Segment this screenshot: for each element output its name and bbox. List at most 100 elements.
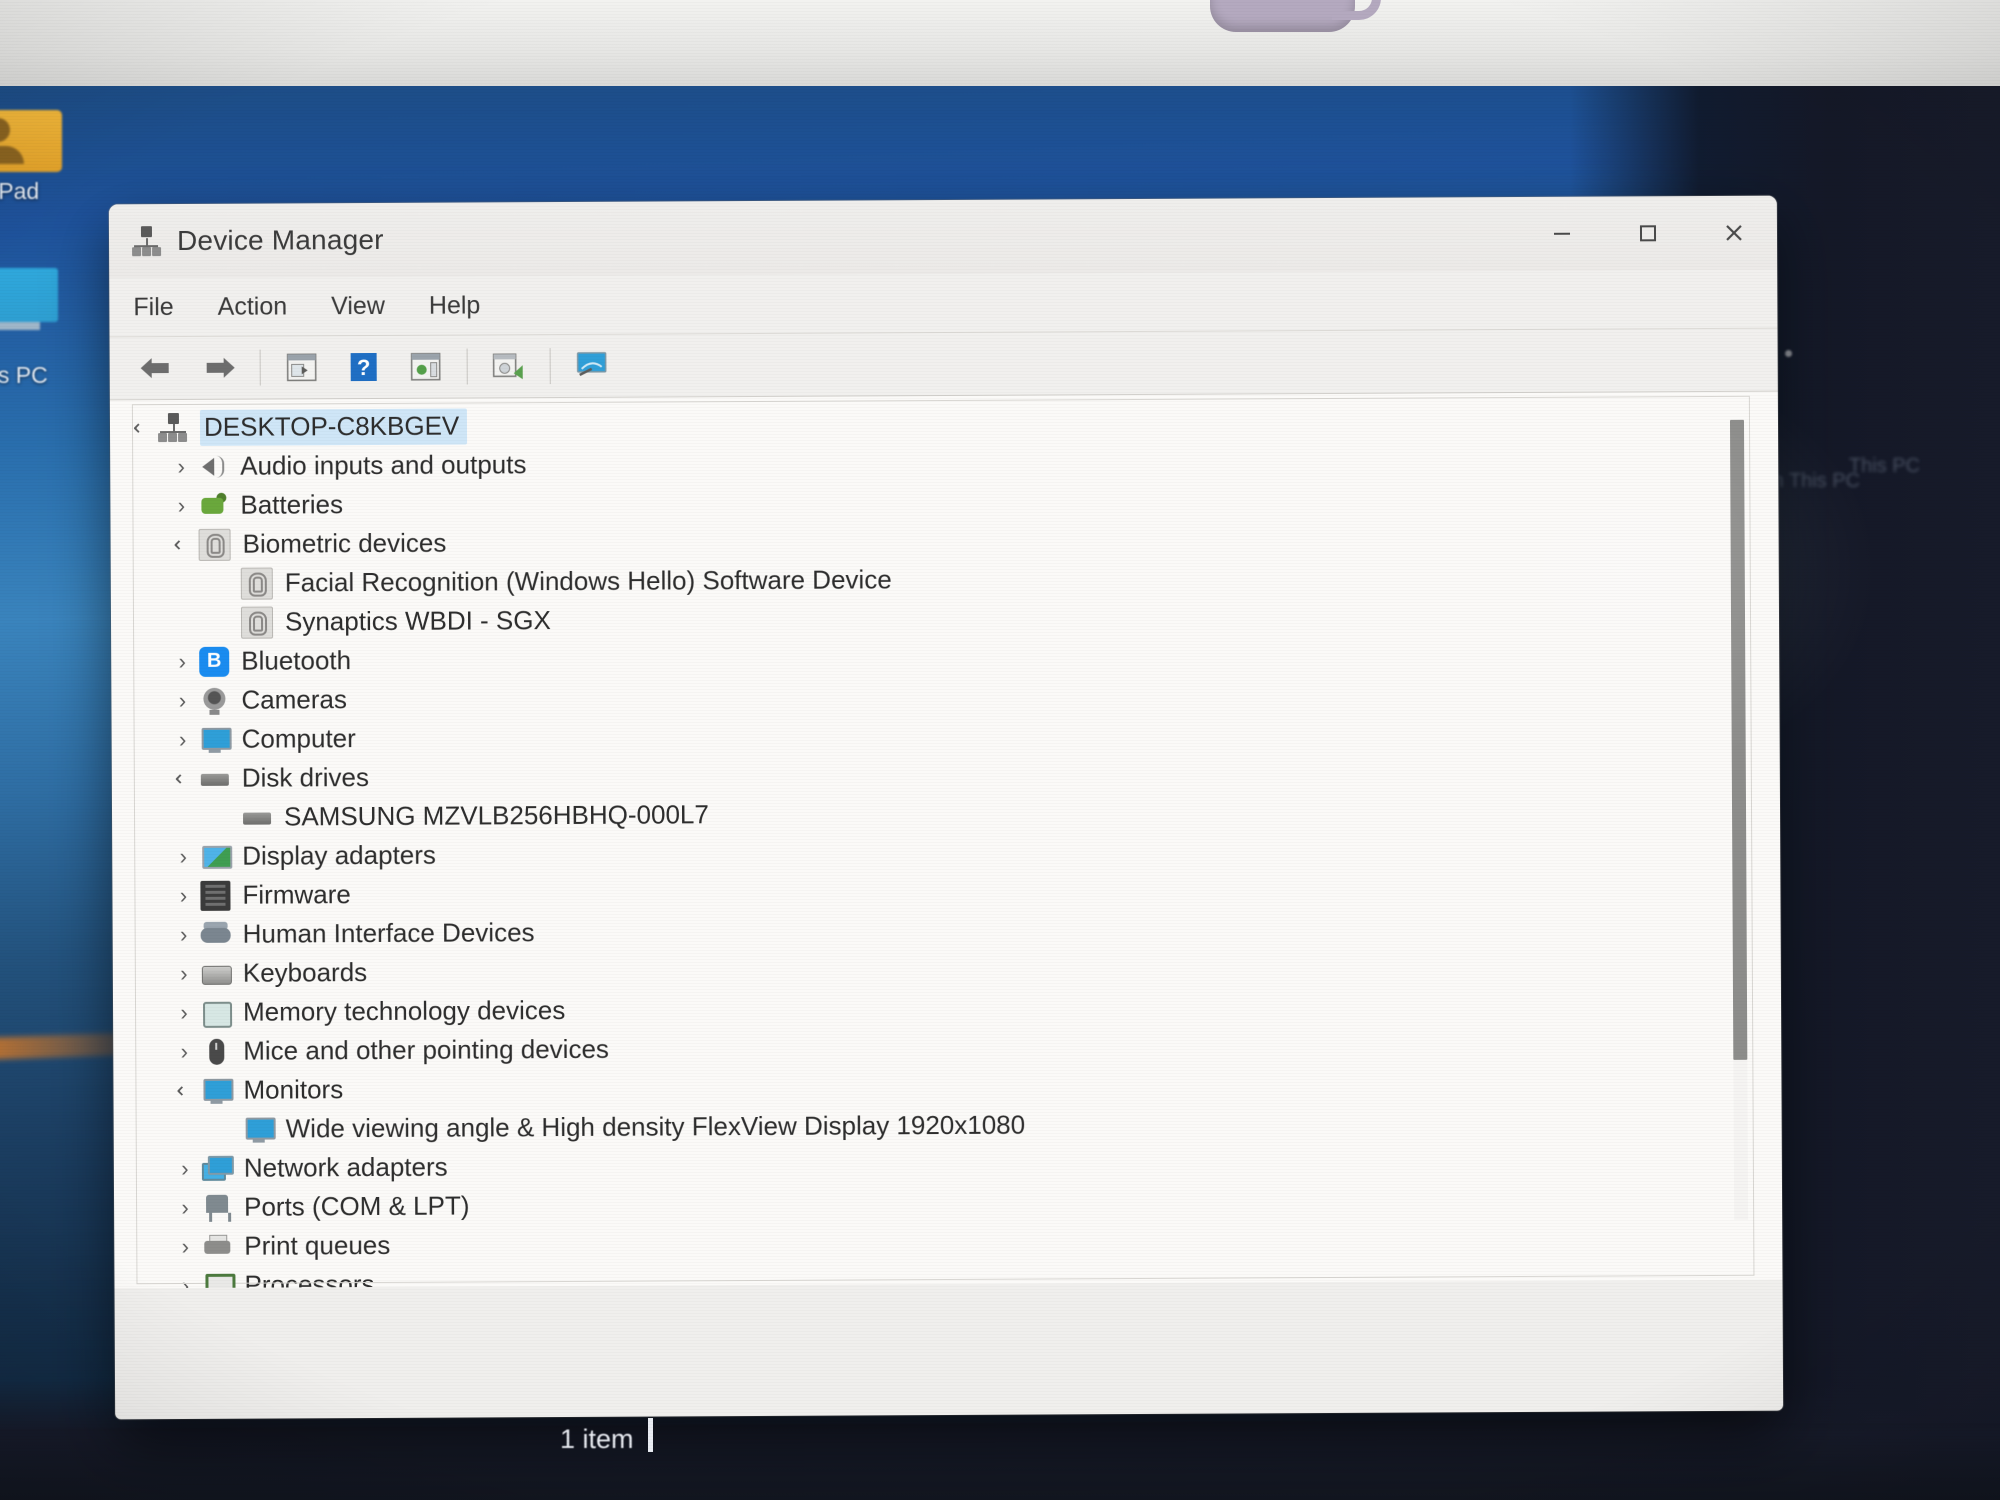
toolbar: ?: [109, 328, 1778, 401]
display-adapter-icon: [200, 841, 230, 871]
chevron-right-icon[interactable]: ›: [168, 1272, 202, 1288]
device-manager-icon: [131, 226, 162, 257]
toolbar-separator-1: [259, 349, 261, 386]
svg-text:?: ?: [357, 355, 371, 380]
chevron-right-icon[interactable]: ›: [168, 1233, 202, 1258]
tree-root-label: DESKTOP-C8KBGEV: [199, 408, 468, 446]
status-bar-text: 1 item: [560, 1424, 634, 1454]
mouse-icon: [201, 1036, 231, 1066]
tree-item-label: Keyboards: [242, 957, 368, 988]
tree-item-label: Human Interface Devices: [242, 917, 535, 949]
tree-item-label: Display adapters: [242, 839, 436, 871]
menu-item-file[interactable]: File: [133, 286, 196, 327]
chevron-right-icon[interactable]: ›: [164, 453, 198, 478]
window-titlebar[interactable]: Device Manager: [108, 195, 1778, 279]
keyboard-icon: [201, 958, 231, 988]
tree-item-label: Bluetooth: [241, 645, 352, 676]
chevron-right-icon[interactable]: ›: [165, 687, 199, 712]
menu-item-help[interactable]: Help: [429, 285, 503, 326]
menubar: File Action View Help: [109, 269, 1778, 338]
hid-icon: [201, 919, 231, 949]
tree-item-label: Processors: [244, 1268, 375, 1289]
fingerprint-icon: [198, 528, 231, 561]
properties-icon[interactable]: [275, 342, 329, 392]
laptop-bezel-top: [0, 0, 2000, 86]
tree-item-label: Synaptics WBDI - SGX: [284, 605, 551, 637]
tree-item-label: Batteries: [240, 489, 344, 520]
tree-item-label: Facial Recognition (Windows Hello) Softw…: [284, 564, 892, 598]
monitor-icon: [200, 724, 230, 754]
device-manager-window: Device Manager File Action View Help ? ⌄…: [108, 195, 1784, 1420]
laptop-screen-photo: nkPad his PC This PC n This PC Device Ma…: [0, 0, 2000, 1500]
close-button[interactable]: [1691, 196, 1777, 270]
chevron-right-icon[interactable]: ›: [168, 1155, 202, 1180]
tree-item-label: Audio inputs and outputs: [240, 449, 527, 481]
window-title: Device Manager: [176, 223, 384, 257]
device-tree[interactable]: ⌄ DESKTOP-C8KBGEV › Audio inputs and out…: [109, 391, 1783, 1289]
desktop-icon-thinkpad-folder[interactable]: [0, 110, 62, 172]
desktop-icon-thinkpad-label: nkPad: [0, 178, 40, 204]
chevron-right-icon[interactable]: ›: [168, 1194, 202, 1219]
menu-item-action[interactable]: Action: [218, 286, 310, 327]
memory-icon: [201, 997, 231, 1027]
menu-item-view[interactable]: View: [331, 285, 407, 326]
desktop-icon-this-pc-label: his PC: [0, 362, 48, 388]
desktop-speck: [1785, 350, 1792, 357]
tree-item-label: SAMSUNG MZVLB256HBHQ-000L7: [283, 799, 709, 832]
chevron-down-icon[interactable]: ⌄: [129, 411, 154, 445]
chevron-down-icon[interactable]: ⌄: [170, 527, 195, 561]
disk-icon: [242, 802, 272, 832]
monitor-icon: [201, 1075, 231, 1105]
scan-hardware-changes-icon[interactable]: [565, 341, 619, 391]
network-icon: [202, 1153, 232, 1183]
chevron-right-icon[interactable]: ›: [166, 726, 200, 751]
chevron-down-icon[interactable]: ⌄: [171, 761, 196, 795]
tree-item-label: Firmware: [242, 879, 351, 910]
window-controls: [1519, 196, 1777, 271]
disk-icon: [200, 763, 230, 793]
chevron-right-icon[interactable]: ›: [166, 882, 200, 907]
chevron-right-icon[interactable]: ›: [167, 960, 201, 985]
mug-object: [1210, 0, 1381, 32]
minimize-button[interactable]: [1519, 197, 1605, 271]
tree-item-label: Biometric devices: [242, 527, 447, 559]
back-icon[interactable]: [130, 343, 184, 393]
desktop-ghost-label-2: n This PC: [1772, 470, 1860, 492]
bluetooth-icon: [199, 646, 230, 677]
camera-icon: [199, 685, 229, 715]
tree-item-label: Disk drives: [241, 762, 370, 793]
disable-device-icon[interactable]: [482, 341, 536, 391]
chevron-right-icon[interactable]: ›: [166, 843, 200, 868]
tree-item-label: Ports (COM & LPT): [244, 1190, 470, 1222]
tree-item-label: Memory technology devices: [242, 994, 566, 1027]
chevron-right-icon[interactable]: ›: [164, 492, 198, 517]
desktop-icon-this-pc[interactable]: [0, 268, 58, 330]
monitor-icon: [244, 1114, 274, 1144]
printer-icon: [202, 1231, 232, 1261]
chevron-right-icon[interactable]: ›: [167, 921, 201, 946]
chevron-right-icon[interactable]: ›: [165, 648, 199, 673]
chevron-down-icon[interactable]: ⌄: [172, 1073, 197, 1107]
port-icon: [202, 1192, 232, 1222]
maximize-button[interactable]: [1605, 196, 1691, 270]
fingerprint-icon: [240, 567, 273, 600]
status-bar-caret: [648, 1418, 653, 1452]
tree-item-label: Network adapters: [243, 1151, 448, 1183]
computer-node-icon: [158, 412, 188, 442]
chevron-right-icon[interactable]: ›: [167, 999, 201, 1024]
tree-item-label: Computer: [241, 723, 356, 754]
tree-item-label: Cameras: [241, 684, 347, 715]
toolbar-separator-3: [549, 348, 551, 385]
speaker-icon: [198, 451, 228, 481]
battery-icon: [198, 490, 228, 520]
help-icon[interactable]: ?: [337, 342, 391, 392]
forward-icon[interactable]: [192, 343, 246, 393]
update-driver-icon[interactable]: [399, 342, 453, 392]
tree-item-label: Monitors: [243, 1074, 344, 1105]
toolbar-separator-2: [466, 348, 468, 385]
processor-icon: [202, 1270, 232, 1288]
fingerprint-icon: [240, 606, 274, 639]
tree-item-label: Mice and other pointing devices: [243, 1033, 610, 1066]
chevron-right-icon[interactable]: ›: [167, 1038, 201, 1063]
chip-icon: [200, 880, 231, 911]
